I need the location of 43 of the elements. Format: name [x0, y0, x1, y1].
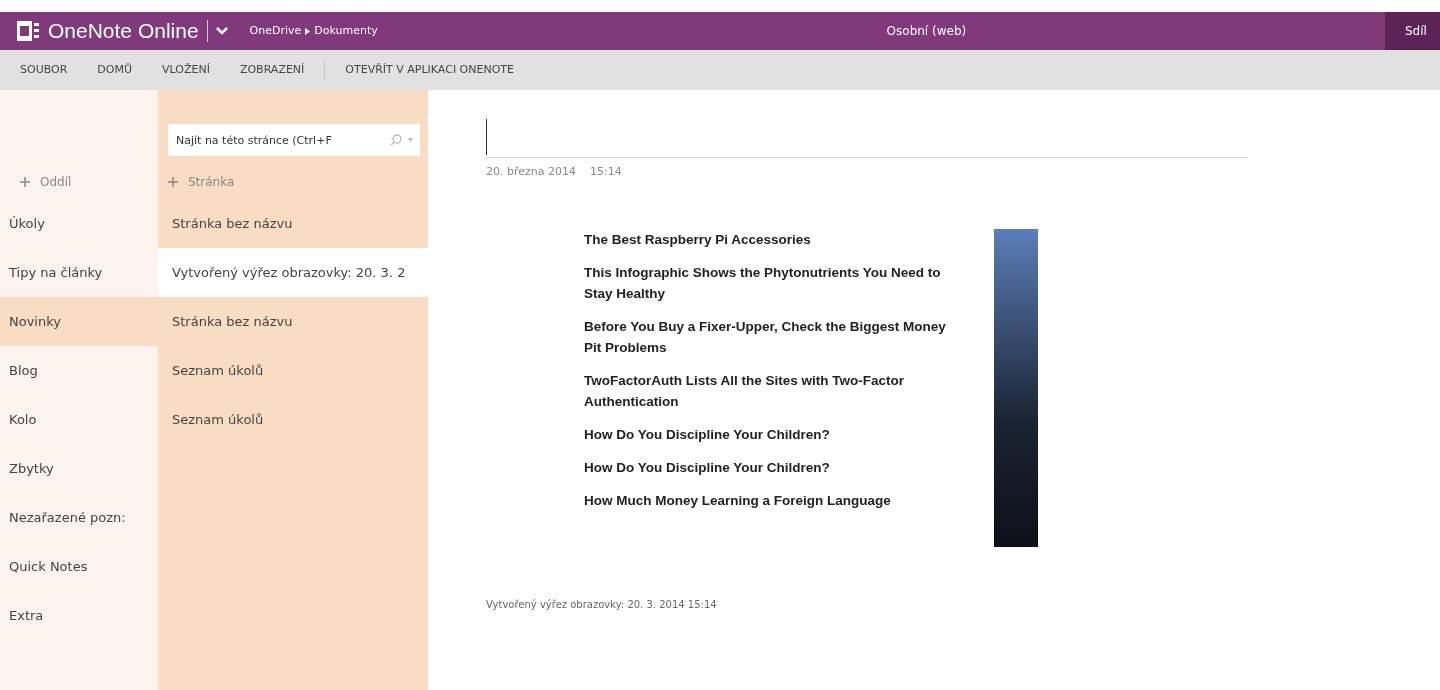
section-tab[interactable]: Blog	[0, 346, 158, 395]
page-tab[interactable]: Stránka bez názvu	[158, 199, 428, 248]
clipped-headline: TwoFactorAuth Lists All the Sites with Two-Factor Authentication	[584, 371, 905, 411]
clip-caption: Vytvořený výřez obrazovky: 20. 3. 2014 15:14	[486, 597, 718, 612]
clipped-headline: How Do You Discipline Your Children?	[584, 425, 831, 444]
ribbon-tab[interactable]: OTEVŘÍT V APLIKACI ONENOTE	[335, 61, 525, 79]
page-tab[interactable]: Vytvořený výřez obrazovky: 20. 3. 2	[158, 248, 428, 297]
section-tab[interactable]: Tipy na články	[0, 248, 158, 297]
page-date: 20. března 2014	[486, 164, 576, 180]
section-tab[interactable]: Quick Notes	[0, 542, 158, 591]
ribbon-tab[interactable]: ZOBRAZENÍ	[229, 61, 315, 79]
dropdown-caret-icon[interactable]	[408, 138, 413, 142]
notebook-title: Osobní (web)	[886, 23, 967, 40]
notebook-logo-icon	[17, 21, 40, 41]
clipped-headline: How Much Money Learning a Foreign Language	[584, 491, 892, 510]
ribbon-tab[interactable]: SOUBOR	[10, 61, 78, 79]
section-tab[interactable]: Extra	[0, 591, 158, 640]
search-field[interactable]: Najít na této stránce (Ctrl+F	[168, 124, 420, 156]
page-tab[interactable]: Seznam úkolů	[158, 395, 428, 444]
share-button[interactable]: Sdíl	[1385, 12, 1440, 50]
section-tab[interactable]: Úkoly	[0, 199, 158, 248]
plus-icon	[168, 176, 178, 187]
clipped-headline: The Best Raspberry Pi Accessories	[584, 230, 812, 249]
section-tab[interactable]: Kolo	[0, 395, 158, 444]
breadcrumb-link[interactable]: OneDrive	[249, 22, 302, 40]
section-tab[interactable]: Novinky	[0, 297, 158, 346]
app-name: OneNote Online	[48, 18, 199, 45]
page-tab[interactable]: Seznam úkolů	[158, 346, 428, 395]
section-tab[interactable]: Nezařazené pozn:	[0, 493, 158, 542]
section-tab[interactable]: Zbytky	[0, 444, 158, 493]
search-icon	[390, 134, 402, 146]
chevron-down-icon[interactable]	[215, 27, 228, 35]
clipped-headline: Before You Buy a Fixer-Upper, Check the Biggest Money Pit Problems	[584, 317, 947, 357]
ribbon-tab[interactable]: DOMŮ	[87, 61, 143, 79]
ribbon-tab[interactable]: VLOŽENÍ	[152, 61, 220, 79]
breadcrumb-arrow-icon	[305, 27, 311, 35]
breadcrumb-link[interactable]: Dokumenty	[314, 22, 378, 40]
page-time: 15:14	[590, 164, 622, 180]
page-tab[interactable]: Stránka bez názvu	[158, 297, 428, 346]
plus-icon	[20, 176, 30, 187]
page-title-field[interactable]	[486, 116, 1248, 158]
clipped-headline: How Do You Discipline Your Children?	[584, 458, 831, 477]
clipped-headline: This Infographic Shows the Phytonutrients You Need to Stay Healthy	[584, 263, 942, 303]
